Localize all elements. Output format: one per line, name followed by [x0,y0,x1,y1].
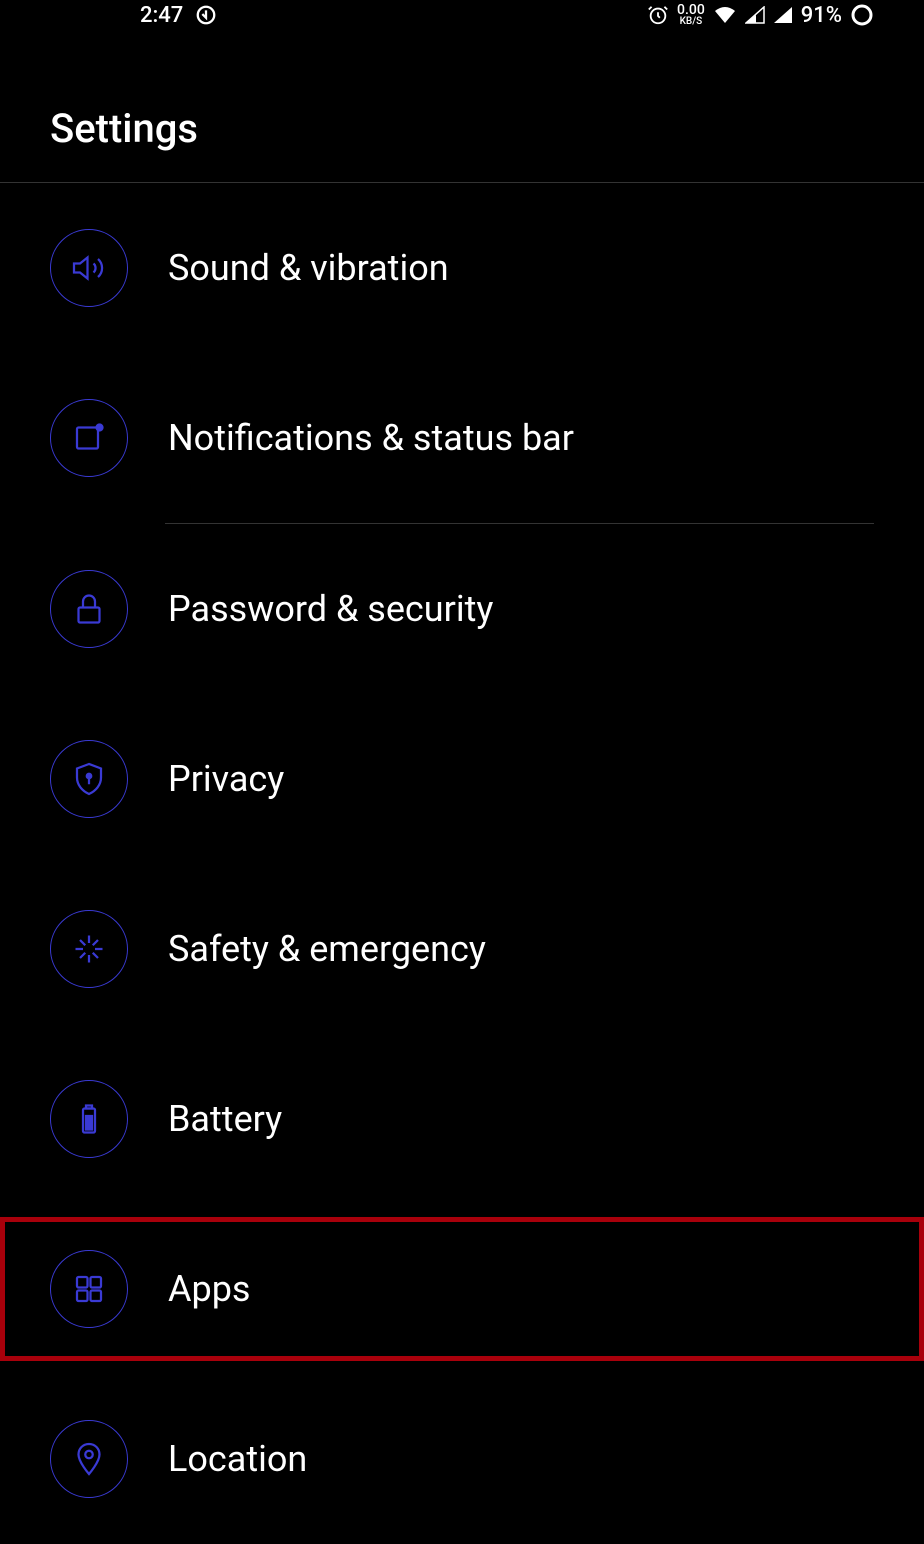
settings-list: Sound & vibration Notifications & status… [0,183,924,1544]
battery-icon [50,1080,128,1158]
settings-item-notifications[interactable]: Notifications & status bar [0,353,924,523]
page-title: Settings [0,30,924,182]
status-time: 2:47 [140,3,183,28]
wifi-icon [713,5,737,25]
settings-item-sound[interactable]: Sound & vibration [0,183,924,353]
settings-item-label: Notifications & status bar [168,417,574,459]
settings-item-apps[interactable]: Apps [0,1217,924,1361]
emergency-icon [50,910,128,988]
data-rate: 0.00 KB/S [677,3,705,27]
alarm-icon [647,4,669,26]
settings-item-safety[interactable]: Safety & emergency [0,864,924,1034]
settings-item-location[interactable]: Location [0,1374,924,1544]
signal-icon-2 [773,6,793,24]
settings-item-label: Apps [168,1268,251,1310]
settings-item-label: Battery [168,1098,282,1140]
settings-item-label: Safety & emergency [168,928,486,970]
app-icon [195,4,217,26]
settings-item-label: Privacy [168,758,284,800]
settings-item-label: Password & security [168,588,493,630]
apps-icon [50,1250,128,1328]
settings-item-password[interactable]: Password & security [0,524,924,694]
settings-item-battery[interactable]: Battery [0,1034,924,1204]
lock-icon [50,570,128,648]
privacy-icon [50,740,128,818]
status-bar: 2:47 0.00 KB/S [0,0,924,30]
sound-icon [50,229,128,307]
status-right: 0.00 KB/S 91% [647,3,874,28]
location-icon [50,1420,128,1498]
battery-percent: 91% [801,3,842,28]
battery-circle-icon [850,3,874,27]
settings-item-label: Location [168,1438,307,1480]
notifications-icon [50,399,128,477]
settings-item-label: Sound & vibration [168,247,449,289]
signal-icon-1 [745,6,765,24]
status-left: 2:47 [140,3,217,28]
settings-item-privacy[interactable]: Privacy [0,694,924,864]
